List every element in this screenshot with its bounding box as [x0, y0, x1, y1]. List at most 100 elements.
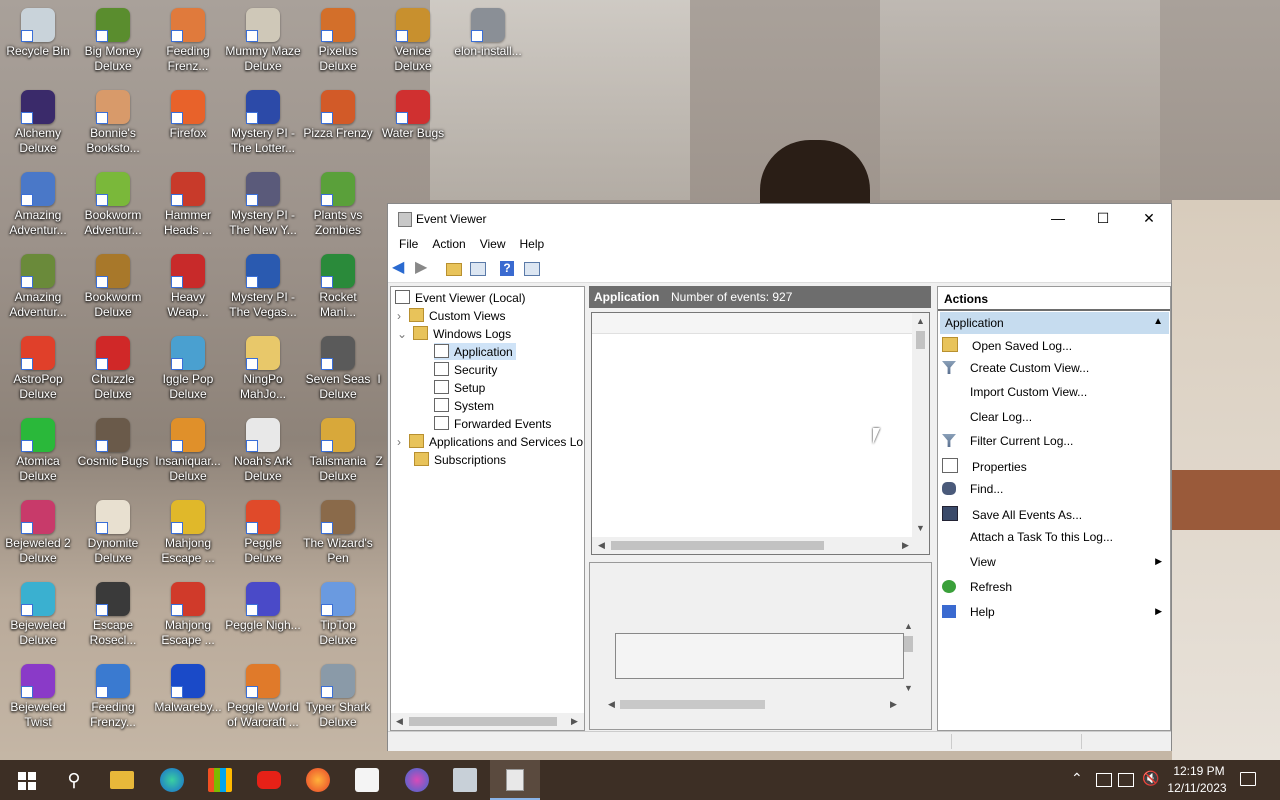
firefox-icon[interactable]	[306, 768, 330, 792]
desktop-shortcut[interactable]: elon-install...	[450, 0, 526, 80]
menu-help[interactable]: Help	[513, 237, 552, 251]
desktop-shortcut[interactable]: Bookworm Adventur...	[75, 164, 151, 244]
desktop-shortcut[interactable]: Escape Rosecl...	[75, 574, 151, 654]
scroll-left-icon[interactable]: ◀	[396, 716, 403, 727]
desktop-shortcut[interactable]: Atomica Deluxe	[0, 410, 76, 490]
file-explorer-icon[interactable]	[110, 771, 134, 789]
action-refresh[interactable]: Refresh	[942, 580, 1164, 594]
maximize-button[interactable]: ☐	[1080, 204, 1126, 233]
expand-chevron-icon[interactable]: ›	[397, 435, 401, 449]
clock-time[interactable]: 12:19 PM	[1170, 764, 1228, 778]
desktop-shortcut[interactable]: Peggle World of Warcraft ...	[225, 656, 301, 736]
action-create-custom-view[interactable]: Create Custom View...	[942, 361, 1164, 375]
scroll-left-icon[interactable]: ◀	[598, 540, 605, 551]
action-view[interactable]: View ▶	[942, 555, 1164, 569]
desktop-shortcut[interactable]: Mahjong Escape ...	[150, 492, 226, 572]
desktop-shortcut[interactable]: Amazing Adventur...	[0, 164, 76, 244]
collapse-chevron-icon[interactable]: ⌄	[397, 327, 407, 341]
desktop-shortcut[interactable]: Malwareby...	[150, 656, 226, 736]
network-icon[interactable]	[1118, 773, 1134, 787]
desktop-shortcut[interactable]: Recycle Bin	[0, 0, 76, 80]
action-find[interactable]: Find...	[942, 482, 1164, 496]
desktop-shortcut[interactable]: NingPo MahJo...	[225, 328, 301, 408]
desktop-shortcut[interactable]: Bookworm Deluxe	[75, 246, 151, 326]
desktop-shortcut[interactable]: Peggle Nigh...	[225, 574, 301, 654]
meet-now-icon[interactable]	[1096, 773, 1112, 787]
tree-root-event-viewer[interactable]: Event Viewer (Local)	[395, 290, 526, 305]
desktop-shortcut[interactable]: Alchemy Deluxe	[0, 82, 76, 162]
desktop-shortcut[interactable]: Pizza Frenzy	[300, 82, 376, 162]
menu-file[interactable]: File	[392, 237, 425, 251]
desktop-shortcut[interactable]: Noah's Ark Deluxe	[225, 410, 301, 490]
desktop-shortcut[interactable]: Mummy Maze Deluxe	[225, 0, 301, 80]
scrollbar-thumb[interactable]	[409, 717, 557, 726]
start-windows-icon[interactable]	[14, 768, 38, 792]
action-properties[interactable]: Properties	[942, 458, 1164, 474]
tree-subscriptions[interactable]: Subscriptions	[414, 452, 506, 467]
search-icon[interactable]: ⚲	[62, 768, 86, 792]
open-folder-icon[interactable]	[446, 263, 462, 276]
game-icon[interactable]	[405, 768, 429, 792]
tree-log-application[interactable]: Application	[434, 343, 516, 360]
scroll-up-icon[interactable]: ▲	[916, 316, 925, 326]
clock-date[interactable]: 12/11/2023	[1164, 781, 1230, 795]
action-filter-current-log[interactable]: Filter Current Log...	[942, 434, 1164, 448]
desktop-shortcut[interactable]: Amazing Adventur...	[0, 246, 76, 326]
title-bar[interactable]: Event Viewer — ☐ ✕	[388, 204, 1171, 233]
scroll-right-icon[interactable]: ▶	[890, 699, 897, 710]
show-hide-action-pane-icon[interactable]	[524, 262, 540, 276]
close-button[interactable]: ✕	[1126, 204, 1172, 233]
show-hidden-icons-chevron-icon[interactable]: ⌃	[1071, 770, 1083, 787]
desktop-shortcut[interactable]: AstroPop Deluxe	[0, 328, 76, 408]
desktop-shortcut[interactable]: Mystery PI - The Vegas...	[225, 246, 301, 326]
desktop-shortcut[interactable]: Mystery PI - The New Y...	[225, 164, 301, 244]
scrollbar-thumb[interactable]	[904, 636, 913, 652]
tree-windows-logs[interactable]: ⌄ Windows Logs	[397, 326, 511, 341]
desktop-shortcut[interactable]: Mystery PI - The Lotter...	[225, 82, 301, 162]
desktop-shortcut[interactable]: Big Money Deluxe	[75, 0, 151, 80]
desktop-shortcut[interactable]: Bejeweled 2 Deluxe	[0, 492, 76, 572]
desktop-shortcut[interactable]: Feeding Frenz...	[150, 0, 226, 80]
tree-horizontal-scrollbar[interactable]: ◀ ▶	[391, 713, 584, 730]
scroll-up-icon[interactable]: ▲	[904, 621, 913, 631]
event-list-vertical-scrollbar[interactable]: ▲ ▼	[912, 313, 929, 537]
event-list-horizontal-scrollbar[interactable]: ◀ ▶	[592, 537, 929, 554]
scroll-left-icon[interactable]: ◀	[608, 699, 615, 710]
collapse-up-icon[interactable]: ▲	[1153, 316, 1163, 327]
desktop-shortcut[interactable]: Hammer Heads ...	[150, 164, 226, 244]
back-arrow-icon[interactable]: ◀	[392, 260, 410, 276]
desktop-shortcut[interactable]: Plants vs Zombies	[300, 164, 376, 244]
notification-center-icon[interactable]	[1240, 772, 1256, 786]
taskbar-event-viewer-active[interactable]	[490, 760, 540, 800]
desktop-shortcut[interactable]: Talismania Deluxe	[300, 410, 376, 490]
desktop-shortcut[interactable]: Rocket Mani...	[300, 246, 376, 326]
tree-app-services-logs[interactable]: › Applications and Services Lo	[397, 434, 583, 449]
scrollbar-thumb[interactable]	[611, 541, 824, 550]
tree-log-system[interactable]: System	[434, 398, 494, 413]
desktop-shortcut[interactable]: Cosmic Bugs	[75, 410, 151, 490]
event-detail-horizontal-scrollbar[interactable]: ◀ ▶	[606, 697, 906, 712]
edge-browser-icon[interactable]	[160, 768, 184, 792]
desktop-shortcut[interactable]: Insaniquar... Deluxe	[150, 410, 226, 490]
desktop-shortcut[interactable]: Heavy Weap...	[150, 246, 226, 326]
action-open-saved-log[interactable]: Open Saved Log...	[942, 337, 1164, 353]
youtube-icon[interactable]	[257, 771, 281, 789]
desktop-shortcut[interactable]: Peggle Deluxe	[225, 492, 301, 572]
desktop-shortcut[interactable]: Seven Seas Deluxe	[300, 328, 376, 408]
scroll-right-icon[interactable]: ▶	[902, 540, 909, 551]
action-attach-a-task-to-this-log[interactable]: Attach a Task To this Log...	[942, 530, 1164, 544]
scroll-right-icon[interactable]: ▶	[571, 716, 578, 727]
microsoft-store-icon[interactable]	[208, 768, 232, 792]
desktop-shortcut[interactable]: Bejeweled Twist	[0, 656, 76, 736]
tree-custom-views[interactable]: › Custom Views	[397, 308, 505, 323]
actions-section-application[interactable]: Application ▲	[940, 312, 1169, 334]
help-icon[interactable]: ?	[500, 261, 514, 276]
scroll-down-icon[interactable]: ▼	[916, 523, 925, 533]
show-hide-tree-icon[interactable]	[470, 262, 486, 276]
menu-action[interactable]: Action	[425, 237, 472, 251]
action-help[interactable]: Help ▶	[942, 605, 1164, 619]
minimize-button[interactable]: —	[1035, 204, 1081, 233]
desktop-shortcut[interactable]: Dynomite Deluxe	[75, 492, 151, 572]
event-detail-vertical-scrollbar[interactable]: ▲ ▼	[900, 621, 917, 695]
desktop-shortcut[interactable]: Feeding Frenzy...	[75, 656, 151, 736]
